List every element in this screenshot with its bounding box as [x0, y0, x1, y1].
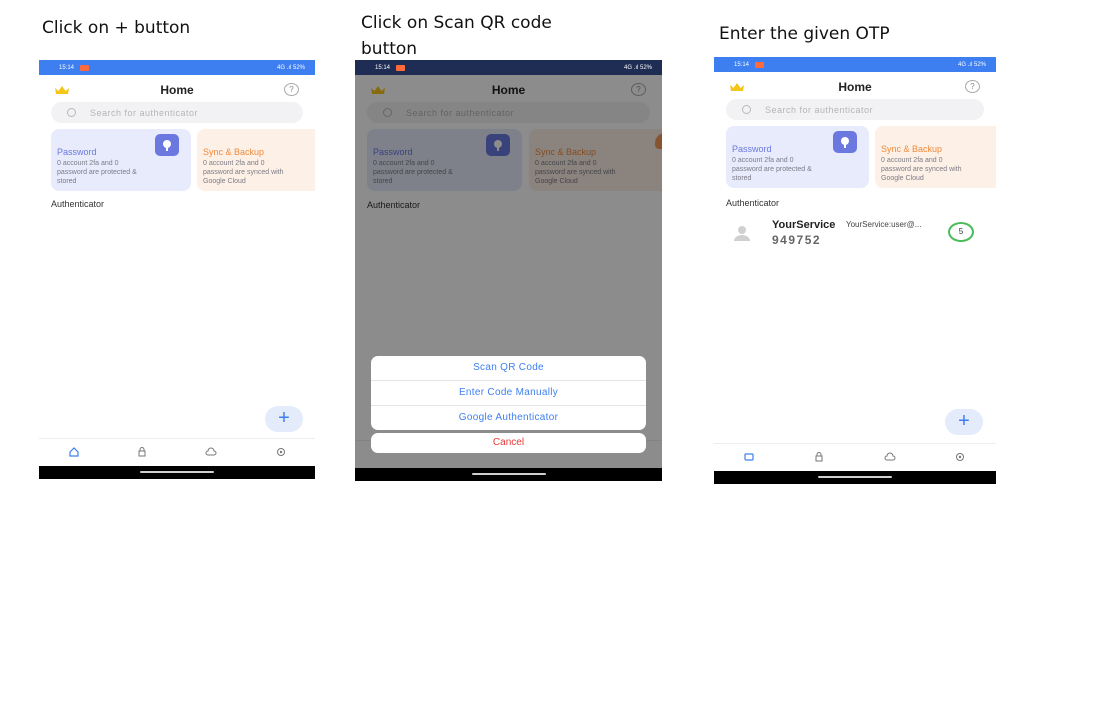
scan-qr-code-button[interactable]: Scan QR Code — [371, 356, 646, 381]
status-indicators: 4G .ıl 52% — [957, 61, 986, 68]
search-input[interactable]: Search for authenticator — [726, 99, 984, 120]
search-placeholder: Search for authenticator — [765, 104, 874, 115]
nav-password-icon[interactable] — [136, 446, 148, 458]
section-title-authenticator: Authenticator — [51, 199, 105, 209]
page-title: Home — [838, 80, 872, 94]
status-time: 15:14 — [375, 64, 391, 71]
sync-card-desc: 0 account 2fa and 0 password are synced … — [881, 157, 962, 182]
home-indicator[interactable] — [818, 476, 892, 478]
system-gesture-bar — [714, 471, 996, 484]
system-gesture-bar — [39, 466, 315, 479]
sync-card-title: Sync & Backup — [881, 144, 943, 154]
home-indicator[interactable] — [471, 473, 546, 475]
sync-card-desc: 0 account 2fa and 0 password are synced … — [203, 160, 284, 185]
system-gesture-bar — [355, 468, 662, 481]
nav-home-icon[interactable] — [68, 446, 80, 458]
caption-step-2: Click on Scan QR code button — [361, 13, 552, 59]
status-bar: 15:14 4G .ıl 52% — [39, 60, 315, 75]
password-card[interactable]: Password 0 account 2fa and 0 password ar… — [726, 126, 869, 188]
add-button[interactable]: + — [265, 406, 303, 432]
bottom-nav — [714, 443, 996, 472]
cancel-button[interactable]: Cancel — [371, 433, 646, 453]
avatar-icon — [734, 226, 750, 241]
authenticator-account-item[interactable]: YourService YourService:user@... 949752 … — [724, 216, 986, 250]
notification-icon — [755, 61, 765, 68]
search-icon — [67, 108, 76, 117]
phone-screen-home: 15:14 4G .ıl 52% Home ? Search for authe… — [39, 60, 315, 479]
account-name: YourService:user@... — [846, 220, 922, 229]
notification-icon — [80, 64, 90, 71]
nav-home-icon[interactable] — [743, 451, 755, 463]
password-card[interactable]: Password 0 account 2fa and 0 password ar… — [51, 129, 191, 191]
password-card-desc: 0 account 2fa and 0 password are protect… — [732, 157, 812, 182]
search-placeholder: Search for authenticator — [90, 107, 199, 118]
nav-settings-icon[interactable] — [954, 451, 966, 463]
service-name: YourService — [772, 219, 836, 231]
caption-step-1: Click on + button — [42, 18, 191, 38]
search-input[interactable]: Search for authenticator — [51, 102, 303, 123]
add-options-sheet: Scan QR Code Enter Code Manually Google … — [371, 356, 646, 430]
help-icon[interactable]: ? — [965, 80, 980, 93]
nav-cloud-icon[interactable] — [884, 451, 896, 463]
nav-settings-icon[interactable] — [275, 446, 287, 458]
status-indicators: 4G .ıl 52% — [623, 64, 652, 71]
status-bar: 15:14 4G .ıl 52% — [714, 57, 996, 72]
password-card-desc: 0 account 2fa and 0 password are protect… — [57, 160, 137, 185]
shield-icon — [833, 131, 857, 153]
nav-password-icon[interactable] — [813, 451, 825, 463]
status-time: 15:14 — [734, 61, 750, 68]
search-icon — [742, 105, 751, 114]
status-bar: 15:14 4G .ıl 52% — [355, 60, 662, 75]
nav-cloud-icon[interactable] — [205, 446, 217, 458]
otp-timer: 5 — [948, 222, 974, 242]
app-header: Home ? — [714, 77, 996, 99]
app-header: Home ? — [39, 80, 315, 102]
section-title-authenticator: Authenticator — [726, 198, 780, 208]
enter-code-manually-button[interactable]: Enter Code Manually — [371, 381, 646, 406]
status-time: 15:14 — [59, 64, 75, 71]
page-title: Home — [160, 83, 194, 97]
shield-icon — [155, 134, 179, 156]
sync-backup-card[interactable]: Sync & Backup 0 account 2fa and 0 passwo… — [197, 129, 315, 191]
status-indicators: 4G .ıl 52% — [276, 64, 305, 71]
notification-icon — [396, 64, 406, 71]
bottom-nav — [39, 438, 315, 467]
help-icon[interactable]: ? — [284, 83, 299, 96]
phone-screen-account-added: 15:14 4G .ıl 52% Home ? Search for authe… — [714, 57, 996, 484]
google-authenticator-button[interactable]: Google Authenticator — [371, 406, 646, 430]
otp-code[interactable]: 949752 — [772, 233, 821, 247]
caption-step-3: Enter the given OTP — [719, 24, 890, 44]
phone-screen-add-menu: 15:14 4G .ıl 52% Home ? Search for authe… — [355, 60, 662, 481]
add-button[interactable]: + — [945, 409, 983, 435]
sync-backup-card[interactable]: Sync & Backup 0 account 2fa and 0 passwo… — [875, 126, 996, 188]
home-indicator[interactable] — [140, 471, 214, 473]
sync-card-title: Sync & Backup — [203, 147, 265, 157]
